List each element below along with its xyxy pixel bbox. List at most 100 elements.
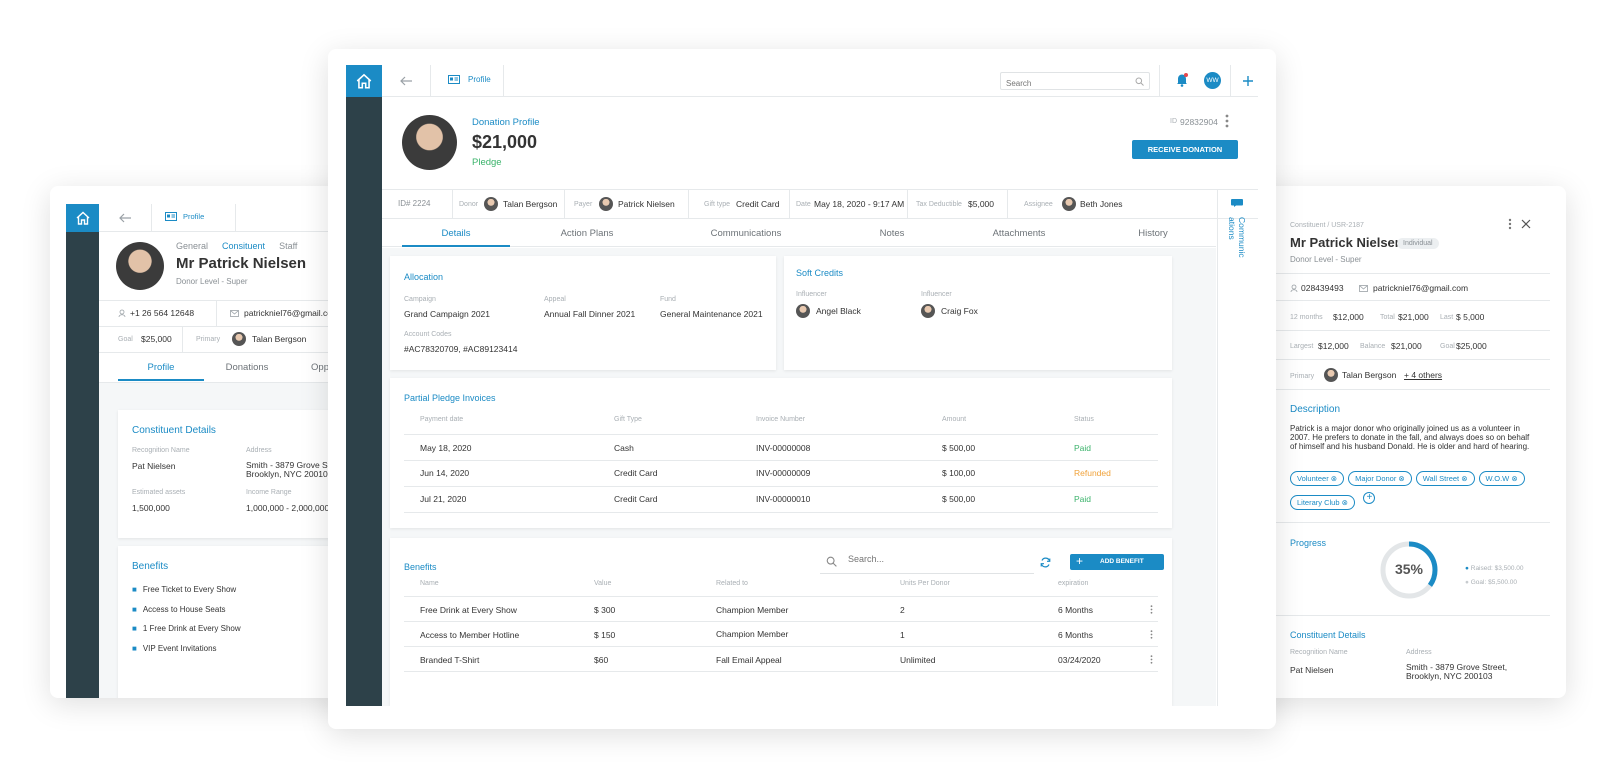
more-vertical-icon[interactable] [1508, 218, 1512, 230]
legend-goal: ● Goal: $5,500.00 [1465, 579, 1518, 586]
close-icon[interactable] [1521, 219, 1531, 229]
chat-icon [1231, 199, 1243, 207]
email-value[interactable]: patrickniel76@gmail.com [244, 308, 339, 318]
email-value[interactable]: patrickniel76@gmail.com [1373, 283, 1468, 293]
others-link[interactable]: + 4 others [1404, 370, 1442, 380]
tab-staff[interactable]: Staff [279, 241, 297, 251]
tab-constituent[interactable]: Consituent [222, 241, 265, 251]
cell-expiration: 6 Months [1058, 605, 1093, 615]
benefit-search-box[interactable] [820, 548, 1034, 574]
tag[interactable]: Wall Street ⊗ [1415, 471, 1475, 486]
cell-name: Branded T-Shirt [420, 655, 480, 665]
tab-action-plans[interactable]: Action Plans [532, 228, 642, 239]
stat-value: $12,000 [1318, 341, 1349, 351]
status-paid: Paid [1074, 443, 1092, 453]
cell-name: Free Drink at Every Show [420, 605, 517, 615]
cell-value: $60 [594, 655, 609, 665]
user-avatar[interactable]: WW [1204, 72, 1221, 89]
donation-id: ID# 2224 [398, 199, 431, 208]
plus-icon[interactable] [1242, 75, 1254, 87]
campaign-value: Grand Campaign 2021 [404, 309, 491, 319]
column-header: expiration [1058, 580, 1089, 587]
donation-amount: $21,000 [472, 132, 538, 152]
table-row[interactable]: Free Drink at Every Show $ 300 Champion … [404, 597, 1158, 621]
avatar [402, 115, 457, 170]
details-title: Constituent Details [132, 425, 216, 436]
profile-nav-tab[interactable]: Profile [448, 75, 491, 84]
fund-label: Fund [660, 296, 676, 303]
goal-value: $25,000 [141, 334, 172, 344]
table-row[interactable]: Jul 21, 2020 Credit Card INV-00000010 $ … [404, 487, 1158, 512]
allocation-title: Allocation [404, 272, 444, 282]
add-benefit-button[interactable]: + ADD BENEFIT [1070, 554, 1164, 570]
influencer-label: Influencer [796, 291, 827, 298]
account-codes-label: Account Codes [404, 331, 452, 338]
tab-details[interactable]: Details [402, 228, 510, 239]
communications-side-tab[interactable]: Communic ations [1217, 189, 1258, 706]
recognition-label: Recognition Name [132, 447, 190, 454]
sidebar [346, 97, 382, 706]
donor-level: Donor Level - Super [176, 277, 248, 286]
date-label: Date [796, 201, 811, 208]
tab-communications[interactable]: Communications [686, 228, 806, 239]
phone-icon [1290, 284, 1298, 292]
receive-donation-button[interactable]: RECEIVE DONATION [1132, 140, 1238, 159]
assets-label: Estimated assets [132, 489, 186, 496]
search-icon [1135, 77, 1144, 86]
profile-nav-tab[interactable]: Profile [165, 212, 204, 221]
row-menu-icon[interactable] [1150, 605, 1153, 614]
stat-label: Balance [1360, 343, 1386, 350]
tab-attachments[interactable]: Attachments [964, 228, 1074, 239]
search-input[interactable] [1001, 75, 1121, 92]
side-tab-line2: ations [1227, 217, 1237, 240]
tag[interactable]: Volunteer ⊗ [1290, 471, 1345, 486]
stat-label: Total [1380, 314, 1395, 321]
tab-history[interactable]: History [1108, 228, 1198, 239]
table-row[interactable]: Access to Member Hotline $ 150 Champion … [404, 622, 1158, 646]
phone-icon [118, 309, 126, 317]
table-row[interactable]: Jun 14, 2020 Credit Card INV-00000009 $ … [404, 461, 1158, 486]
tab-notes[interactable]: Notes [852, 228, 932, 239]
benefit-search-input[interactable] [848, 554, 1018, 564]
back-arrow-icon[interactable] [119, 213, 132, 223]
row-menu-icon[interactable] [1150, 655, 1153, 664]
stat-label: 12 months [1290, 314, 1323, 321]
tag[interactable]: Major Donor ⊗ [1348, 471, 1412, 486]
assets-value: 1,500,000 [132, 503, 170, 513]
influencer-value: Angel Black [816, 306, 861, 316]
table-row[interactable]: Branded T-Shirt $60 Fall Email Appeal Un… [404, 647, 1158, 671]
home-button[interactable] [66, 204, 99, 232]
add-benefit-label: ADD BENEFIT [1100, 558, 1144, 565]
home-button[interactable] [346, 65, 382, 97]
mail-icon [1359, 285, 1368, 292]
search-icon [826, 556, 837, 567]
soft-credits-card: Soft Credits Influencer Angel Black Infl… [784, 256, 1172, 370]
cell-date: Jul 21, 2020 [420, 494, 467, 504]
cell-related: Champion Member [716, 605, 789, 615]
table-row[interactable]: May 18, 2020 Cash INV-00000008 $ 500,00 … [404, 435, 1158, 460]
tab-general[interactable]: General [176, 241, 208, 251]
back-arrow-icon[interactable] [400, 76, 413, 86]
home-icon [356, 73, 372, 89]
cell-amount: $ 500,00 [942, 494, 976, 504]
cell-expiration: 03/24/2020 [1058, 655, 1101, 665]
refresh-icon[interactable] [1040, 557, 1051, 568]
influencer-label: Influencer [921, 291, 952, 298]
progress-percent: 35% [1394, 561, 1424, 577]
search-box[interactable] [1000, 72, 1150, 92]
tag[interactable]: W.O.W ⊗ [1478, 471, 1525, 486]
more-vertical-icon[interactable] [1225, 114, 1229, 128]
phone-value: 028439493 [1301, 283, 1344, 293]
row-menu-icon[interactable] [1150, 630, 1153, 639]
primary-value: Talan Bergson [252, 334, 307, 344]
influencer-avatar [796, 304, 810, 318]
details-title: Constituent Details [1290, 630, 1366, 640]
bell-icon[interactable] [1176, 73, 1188, 87]
tab-donations[interactable]: Donations [204, 362, 290, 373]
tag[interactable]: Literary Club ⊗ [1290, 495, 1355, 510]
add-tag-icon[interactable]: + [1363, 492, 1376, 504]
tab-profile[interactable]: Profile [118, 362, 204, 373]
id-value: 92832904 [1180, 117, 1218, 127]
cell-name: Access to Member Hotline [420, 630, 520, 640]
top-nav: Profile WW [382, 65, 1258, 97]
